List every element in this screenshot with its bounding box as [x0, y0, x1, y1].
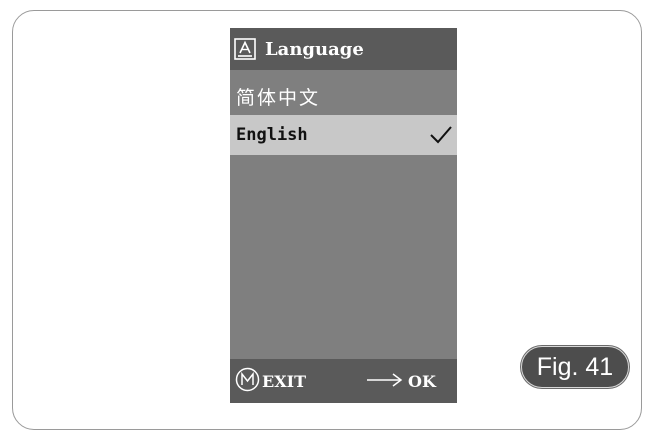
a-box-icon: [234, 38, 256, 60]
figure-label: Fig. 41: [536, 352, 614, 381]
m-circle-icon[interactable]: [235, 367, 260, 392]
language-option-label: 简体中文: [236, 86, 321, 109]
menu-title: Language: [265, 38, 364, 60]
language-option-chinese[interactable]: 简体中文: [230, 76, 457, 116]
menu-footer-bar: EXIT OK: [230, 359, 457, 403]
figure-label-badge: Fig. 41: [521, 346, 629, 388]
language-option-label: English: [236, 125, 308, 145]
exit-label[interactable]: EXIT: [262, 372, 306, 391]
right-arrow-icon[interactable]: [366, 372, 404, 388]
checkmark-icon: [430, 126, 452, 144]
menu-title-bar: Language: [230, 28, 457, 70]
language-option-english[interactable]: English: [230, 115, 457, 155]
ok-label[interactable]: OK: [408, 372, 436, 391]
language-menu-screen: Language 简体中文 English EXIT OK: [230, 28, 457, 403]
